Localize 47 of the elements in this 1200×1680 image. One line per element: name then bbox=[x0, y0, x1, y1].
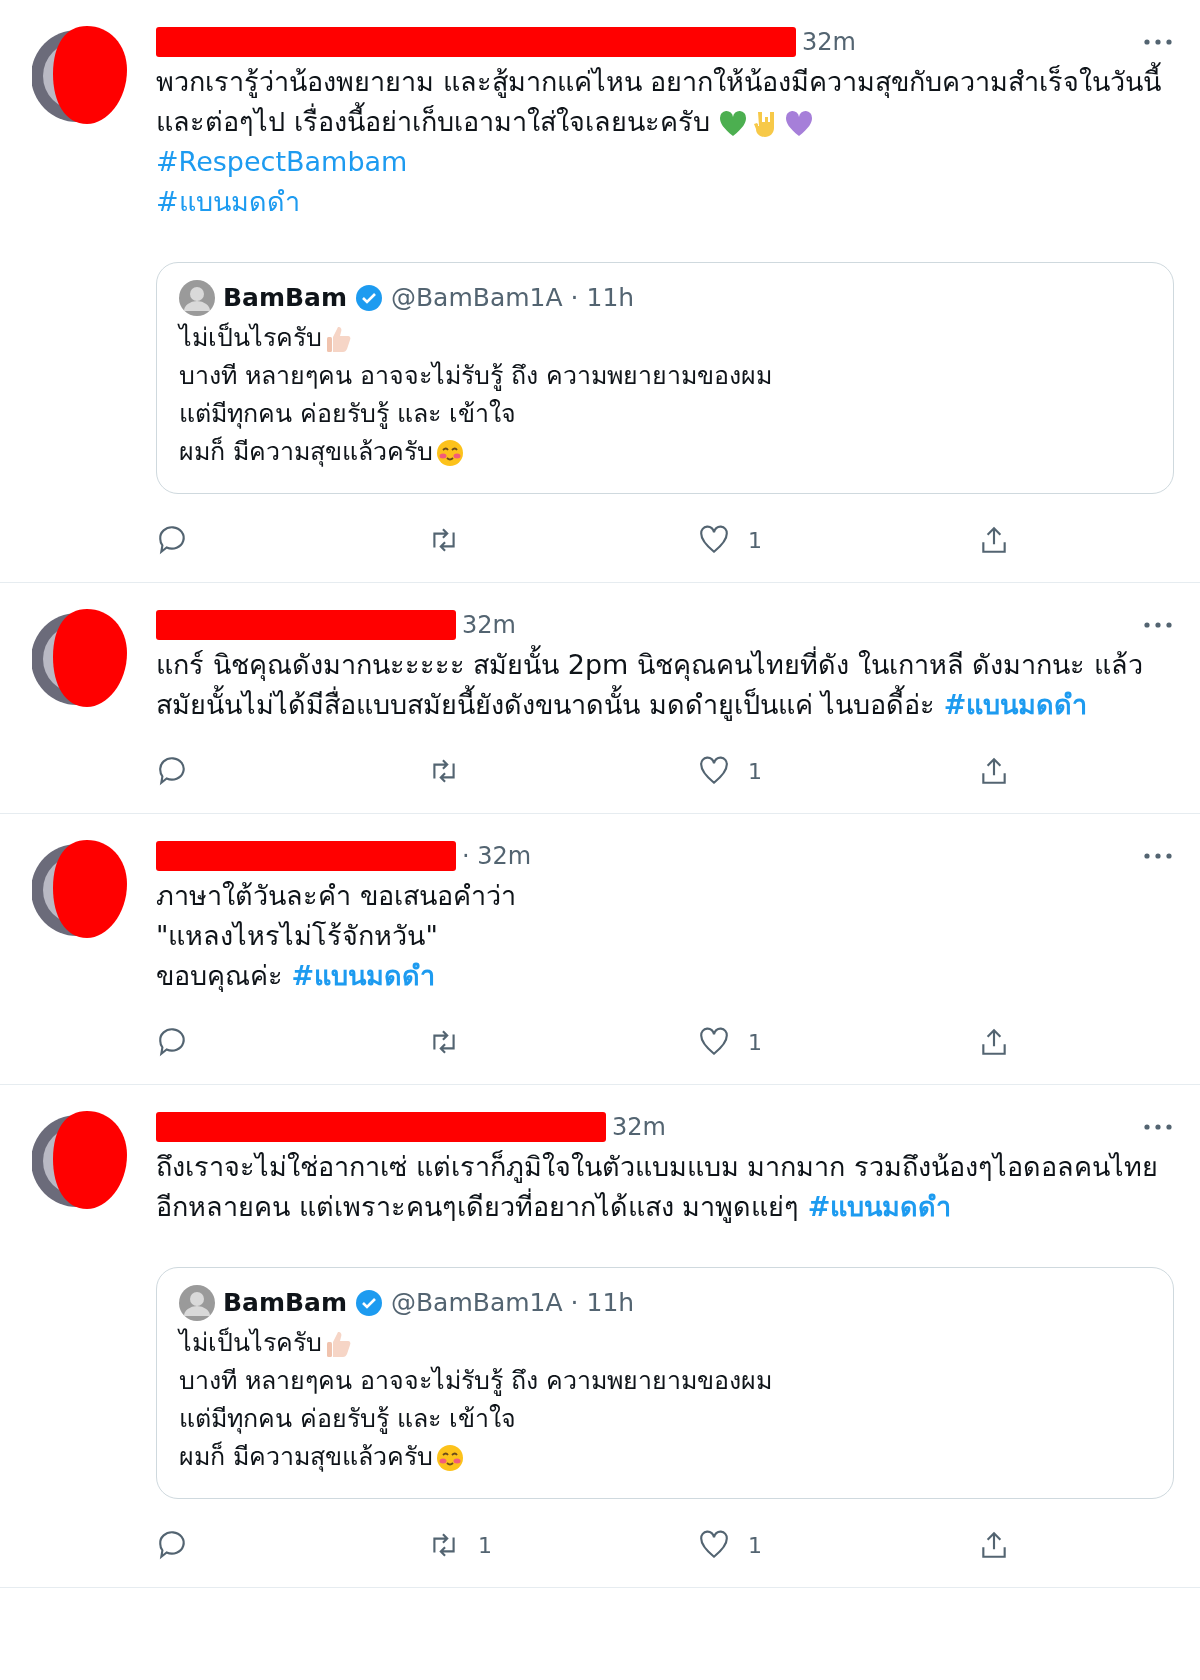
tweet-text: ภาษาใต้วันละคำ ขอเสนอคำว่า bbox=[156, 879, 517, 913]
more-icon[interactable] bbox=[1142, 620, 1174, 630]
blushing-face-icon bbox=[434, 438, 465, 468]
reply-icon[interactable] bbox=[156, 1026, 188, 1058]
like-icon[interactable] bbox=[698, 755, 730, 787]
reply-icon[interactable] bbox=[156, 1529, 188, 1561]
avatar[interactable] bbox=[179, 280, 215, 316]
like-count: 1 bbox=[748, 758, 762, 784]
timestamp[interactable]: · 32m bbox=[462, 842, 532, 870]
like-count: 1 bbox=[748, 527, 762, 553]
user-handle[interactable]: @BamBam1A bbox=[390, 279, 563, 317]
timestamp: · 11h bbox=[570, 1287, 635, 1319]
tweet-text: บางที หลายๆคน อาจจะไม่รับรู้ ถึง ความพยายามของผม bbox=[179, 1365, 773, 1398]
more-icon[interactable] bbox=[1142, 1122, 1174, 1132]
tweet-text: ขอบคุณค่ะ #แบนมดดำ bbox=[156, 959, 437, 994]
like-count: 1 bbox=[748, 1029, 762, 1055]
like-icon[interactable] bbox=[698, 1529, 730, 1561]
tweet-text: แต่มีทุกคน ค่อยรับรู้ และ เข้าใจ bbox=[179, 398, 517, 431]
tweet-text: ผมก็ มีความสุขแล้วครับ bbox=[179, 1438, 1151, 1476]
reply-icon[interactable] bbox=[156, 755, 188, 787]
tweet-text: "แหลงไหรไม่โร้จักหวัน" bbox=[156, 919, 439, 953]
heart-icon bbox=[718, 108, 749, 139]
heart-icon bbox=[784, 108, 815, 139]
tweet-text: พวกเรารู้ว่าน้องพยายาม และสู้มากแค่ไหน อยากให้น้องมีความสุขกับความสำเร็จในวันนี้และต่อๆไป เรื่องนี้อย่าเก็บเอามาใส่ใจเลยนะครับ bbox=[156, 62, 1174, 142]
tweet-text: ถึงเราจะไม่ใช่อากาเซ่ แต่เราก็ภูมิใจในตัวแบมแบม มากมาก รวมถึงน้องๆไอดอลคนไทยอีกหลายคน แต่เพราะคนๆเดียวที่อยากได้แสง มาพูดแย่ๆ #แบนมดดำ bbox=[156, 1149, 1159, 1225]
timestamp[interactable]: 32m bbox=[462, 611, 516, 639]
tweet-text: แกร์ นิชคุณดังมากนะะะะะ สมัยนั้น 2pm นิชคุณคนไทยที่ดัง ในเกาหลี ดังมากนะ แล้วสมัยนั้นไม่ได้มีสื่อแบบสมัยนี้ยังดังขนาดนั้น มดดำยูเป็นแค่ ไนบอดี้อ่ะ #แบนมดดำ bbox=[156, 645, 1174, 725]
timestamp[interactable]: 32m bbox=[612, 1113, 666, 1141]
author-name[interactable]: BamBam bbox=[223, 1284, 347, 1322]
tweet-text: แต่มีทุกคน ค่อยรับรู้ และ เข้าใจ bbox=[179, 1403, 517, 1436]
tweet-text: ไม่เป็นไรครับ bbox=[179, 319, 1151, 357]
more-icon[interactable] bbox=[1142, 851, 1174, 861]
reply-icon[interactable] bbox=[156, 524, 188, 556]
tweet-text: ผมก็ มีความสุขแล้วครับ bbox=[179, 433, 1151, 471]
tweet-text: ไม่เป็นไรครับ bbox=[179, 1324, 1151, 1362]
timestamp: · 11h bbox=[570, 282, 635, 314]
like-icon[interactable] bbox=[698, 1026, 730, 1058]
tweet-text: บางที หลายๆคน อาจจะไม่รับรู้ ถึง ความพยายามของผม bbox=[179, 360, 773, 393]
retweet-count: 1 bbox=[478, 1532, 492, 1558]
more-icon[interactable] bbox=[1142, 37, 1174, 47]
user-handle[interactable]: @BamBam1A bbox=[390, 1284, 563, 1322]
author-name[interactable]: BamBam bbox=[223, 279, 347, 317]
blushing-face-icon bbox=[434, 1443, 465, 1473]
like-count: 1 bbox=[748, 1532, 762, 1558]
like-icon[interactable] bbox=[698, 524, 730, 556]
avatar[interactable] bbox=[179, 1285, 215, 1321]
timestamp[interactable]: 32m bbox=[802, 28, 856, 56]
